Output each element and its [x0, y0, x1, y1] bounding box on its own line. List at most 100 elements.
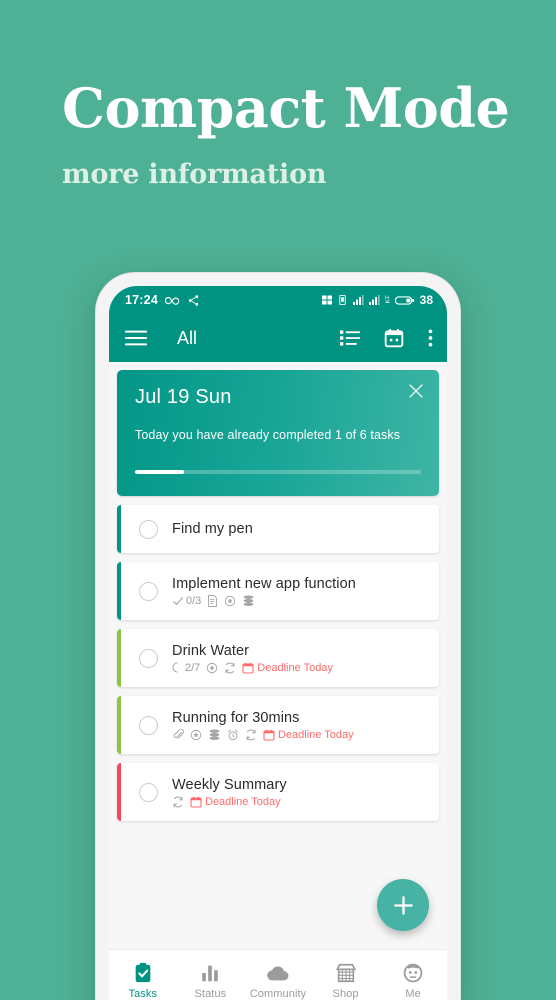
promo-subtitle: more information [62, 158, 327, 190]
nav-item-me[interactable]: Me [379, 962, 447, 1000]
cloud-icon [266, 962, 290, 984]
plus-icon [392, 894, 415, 917]
task-body: Implement new app function 0/3 [172, 576, 427, 607]
task-deadline-badge: Deadline Today [263, 729, 354, 741]
repeat-icon [224, 662, 236, 674]
note-icon [207, 594, 218, 607]
task-subtask-count: 0/3 [186, 594, 202, 607]
nav-item-label: Community [249, 987, 307, 1000]
target-icon [224, 595, 236, 607]
task-title: Weekly Summary [172, 776, 287, 793]
day-summary-card[interactable]: Jul 19 Sun Today you have already comple… [117, 370, 439, 496]
task-body: Drink Water 2/7 Deadline Today [172, 643, 427, 674]
day-progress-fill [135, 470, 184, 474]
add-task-button[interactable] [377, 879, 429, 931]
task-deadline-badge: Deadline Today [190, 796, 281, 808]
nav-item-shop[interactable]: Shop [312, 962, 380, 1000]
nav-item-tasks[interactable]: Tasks [109, 962, 177, 1000]
task-meta-row: Deadline Today [172, 796, 427, 808]
signal-2-icon [368, 294, 380, 306]
nav-item-label: Me [405, 987, 421, 1000]
app-bar-title: All [177, 327, 198, 348]
task-row[interactable]: Find my pen [117, 505, 439, 553]
task-meta-row: 2/7 Deadline Today [172, 662, 427, 674]
nav-item-label: Tasks [128, 987, 158, 1000]
task-body: Running for 30mins Deadline Today [172, 710, 427, 741]
infinity-icon [164, 295, 180, 306]
task-subtask-count: 2/7 [185, 661, 201, 674]
day-progress-track [135, 470, 421, 474]
layers-icon [208, 728, 221, 741]
hamburger-menu-icon[interactable] [125, 329, 147, 347]
task-checkbox[interactable] [139, 715, 158, 735]
promo-title: Compact Mode [62, 76, 510, 140]
day-summary-date: Jul 19 Sun [135, 386, 232, 408]
task-checkbox[interactable] [139, 519, 158, 539]
svg-text:H: H [385, 296, 389, 302]
day-summary-message: Today you have already completed 1 of 6 … [135, 428, 401, 442]
calendar-icon[interactable] [384, 328, 404, 348]
hspa-icon: H [384, 294, 391, 306]
task-list-scroll-area[interactable]: Jul 19 Sun Today you have already comple… [109, 362, 447, 949]
task-title: Find my pen [172, 521, 253, 537]
task-color-bar [117, 763, 121, 821]
task-color-bar [117, 505, 121, 553]
bluetooth-share-icon [187, 294, 200, 307]
task-title: Running for 30mins [172, 709, 300, 726]
status-bar-right: H 38 [321, 293, 433, 307]
nav-item-status[interactable]: Status [177, 962, 245, 1000]
task-meta-row: Deadline Today [172, 728, 427, 741]
task-title: Drink Water [172, 642, 250, 659]
task-checkbox[interactable] [139, 581, 158, 601]
status-bar-clock: 17:24 [125, 293, 158, 307]
task-row[interactable]: Weekly Summary Deadline Today [117, 763, 439, 821]
battery-icon [394, 295, 415, 306]
task-row[interactable]: Implement new app function 0/3 [117, 562, 439, 620]
task-deadline-label: Deadline Today [205, 795, 281, 808]
task-deadline-badge: Deadline Today [242, 662, 333, 674]
task-color-bar [117, 562, 121, 620]
status-bar-left: 17:24 [125, 293, 200, 307]
task-checkbox[interactable] [139, 782, 158, 802]
task-body: Find my pen [172, 521, 427, 537]
task-color-bar [117, 629, 121, 687]
star-target-icon [190, 729, 202, 741]
list-view-icon[interactable] [340, 329, 360, 347]
promo-banner: Compact Mode more information [62, 80, 522, 190]
vpn-icon [321, 294, 333, 306]
task-title: Implement new app function [172, 575, 356, 592]
signal-1-icon [352, 294, 364, 306]
task-body: Weekly Summary Deadline Today [172, 777, 427, 808]
task-checkbox[interactable] [139, 648, 158, 668]
close-icon[interactable] [407, 382, 425, 400]
vibrate-icon [337, 294, 348, 306]
overflow-menu-icon[interactable] [428, 328, 433, 348]
nav-item-label: Shop [332, 987, 359, 1000]
task-color-bar [117, 696, 121, 754]
clipboard-check-icon [132, 962, 154, 984]
app-bar: All [109, 314, 447, 362]
task-list: Find my pen Implement new app function 0/3… [117, 505, 439, 821]
checkmark-icon: 0/3 [172, 595, 201, 607]
task-deadline-label: Deadline Today [278, 728, 354, 741]
task-row[interactable]: Running for 30mins Deadline Today [117, 696, 439, 754]
bottom-navigation: Tasks Status Community Shop Me [109, 949, 447, 1000]
target-icon [206, 662, 218, 674]
nav-item-community[interactable]: Community [244, 962, 312, 1000]
attachment-icon [172, 728, 184, 741]
repeat-icon [172, 796, 184, 808]
face-icon [402, 962, 424, 984]
status-bar: 17:24 H 38 [109, 286, 447, 314]
task-row[interactable]: Drink Water 2/7 Deadline Today [117, 629, 439, 687]
progress-ring-icon: 2/7 [172, 662, 200, 674]
task-meta-row: 0/3 [172, 595, 427, 607]
bar-chart-icon [199, 962, 221, 984]
store-icon [335, 962, 357, 984]
app-bar-actions [340, 328, 433, 348]
task-deadline-label: Deadline Today [257, 661, 333, 674]
nav-item-label: Status [194, 987, 227, 1000]
repeat-icon [245, 729, 257, 741]
layers-icon [242, 594, 255, 607]
battery-level-label: 38 [419, 293, 433, 307]
alarm-icon [227, 729, 239, 741]
